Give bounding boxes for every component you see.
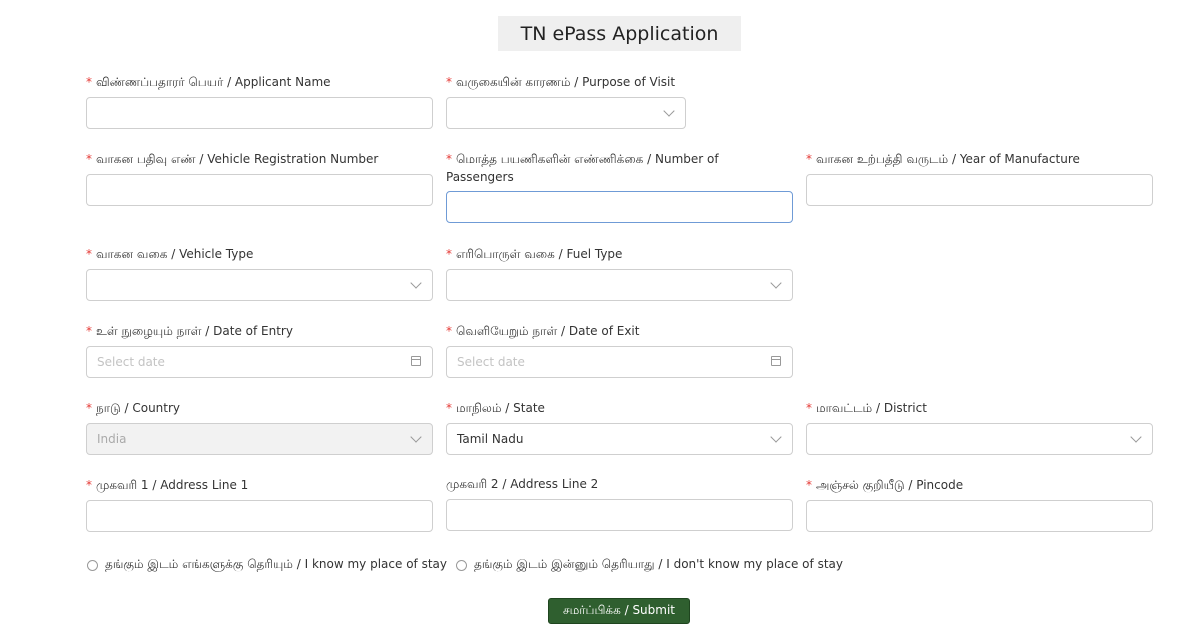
chevron-down-icon: [410, 431, 422, 443]
stay-known-option[interactable]: தங்கும் இடம் எங்களுக்கு தெரியும் / I kno…: [87, 557, 447, 573]
chevron-down-icon: [1130, 431, 1142, 443]
passengers-input[interactable]: [446, 191, 793, 223]
applicant-name-label: * விண்ணப்பதாரர் பெயர் / Applicant Name: [86, 75, 331, 89]
address1-label: * முகவரி 1 / Address Line 1: [86, 478, 249, 492]
vehicle-reg-input[interactable]: [86, 174, 433, 206]
vehicle-type-label: * வாகன வகை / Vehicle Type: [86, 247, 254, 261]
chevron-down-icon: [410, 277, 422, 289]
calendar-icon: [411, 356, 421, 366]
date-entry-picker[interactable]: Select date: [86, 346, 433, 378]
chevron-down-icon: [770, 277, 782, 289]
date-exit-label: * வெளியேறும் நாள் / Date of Exit: [446, 324, 640, 338]
pincode-input[interactable]: [806, 500, 1153, 532]
address2-input[interactable]: [446, 499, 793, 531]
passengers-label: * மொத்த பயணிகளின் எண்ணிக்கை / Number of P…: [446, 152, 719, 184]
country-select: India: [86, 423, 433, 455]
state-select[interactable]: Tamil Nadu: [446, 423, 793, 455]
applicant-name-input[interactable]: [86, 97, 433, 129]
year-input[interactable]: [806, 174, 1153, 206]
stay-unknown-option[interactable]: தங்கும் இடம் இன்னும் தெரியாது / I don't …: [456, 557, 843, 573]
chevron-down-icon: [663, 105, 675, 117]
date-entry-label: * உள் நுழையும் நாள் / Date of Entry: [86, 324, 293, 338]
fuel-type-select[interactable]: [446, 269, 793, 301]
vehicle-reg-label: * வாகன பதிவு எண் / Vehicle Registration N…: [86, 152, 379, 166]
chevron-down-icon: [770, 431, 782, 443]
district-select[interactable]: [806, 423, 1153, 455]
pincode-label: * அஞ்சல் குறியீடு / Pincode: [806, 478, 964, 492]
submit-button[interactable]: சமர்ப்பிக்க / Submit: [548, 598, 690, 624]
address2-label: முகவரி 2 / Address Line 2: [446, 477, 599, 491]
address1-input[interactable]: [86, 500, 433, 532]
country-label: * நாடு / Country: [86, 401, 181, 415]
fuel-type-label: * எரிபொருள் வகை / Fuel Type: [446, 247, 623, 261]
vehicle-type-select[interactable]: [86, 269, 433, 301]
district-label: * மாவட்டம் / District: [806, 401, 927, 415]
state-label: * மாநிலம் / State: [446, 401, 545, 415]
radio-button[interactable]: [87, 559, 98, 571]
purpose-label: * வருகையின் காரணம் / Purpose of Visit: [446, 75, 676, 89]
date-exit-picker[interactable]: Select date: [446, 346, 793, 378]
calendar-icon: [771, 356, 781, 366]
year-label: * வாகன உற்பத்தி வருடம் / Year of Manufact…: [806, 152, 1080, 166]
purpose-select[interactable]: [446, 97, 686, 129]
page-title: TN ePass Application: [498, 16, 741, 51]
radio-button[interactable]: [456, 559, 467, 571]
